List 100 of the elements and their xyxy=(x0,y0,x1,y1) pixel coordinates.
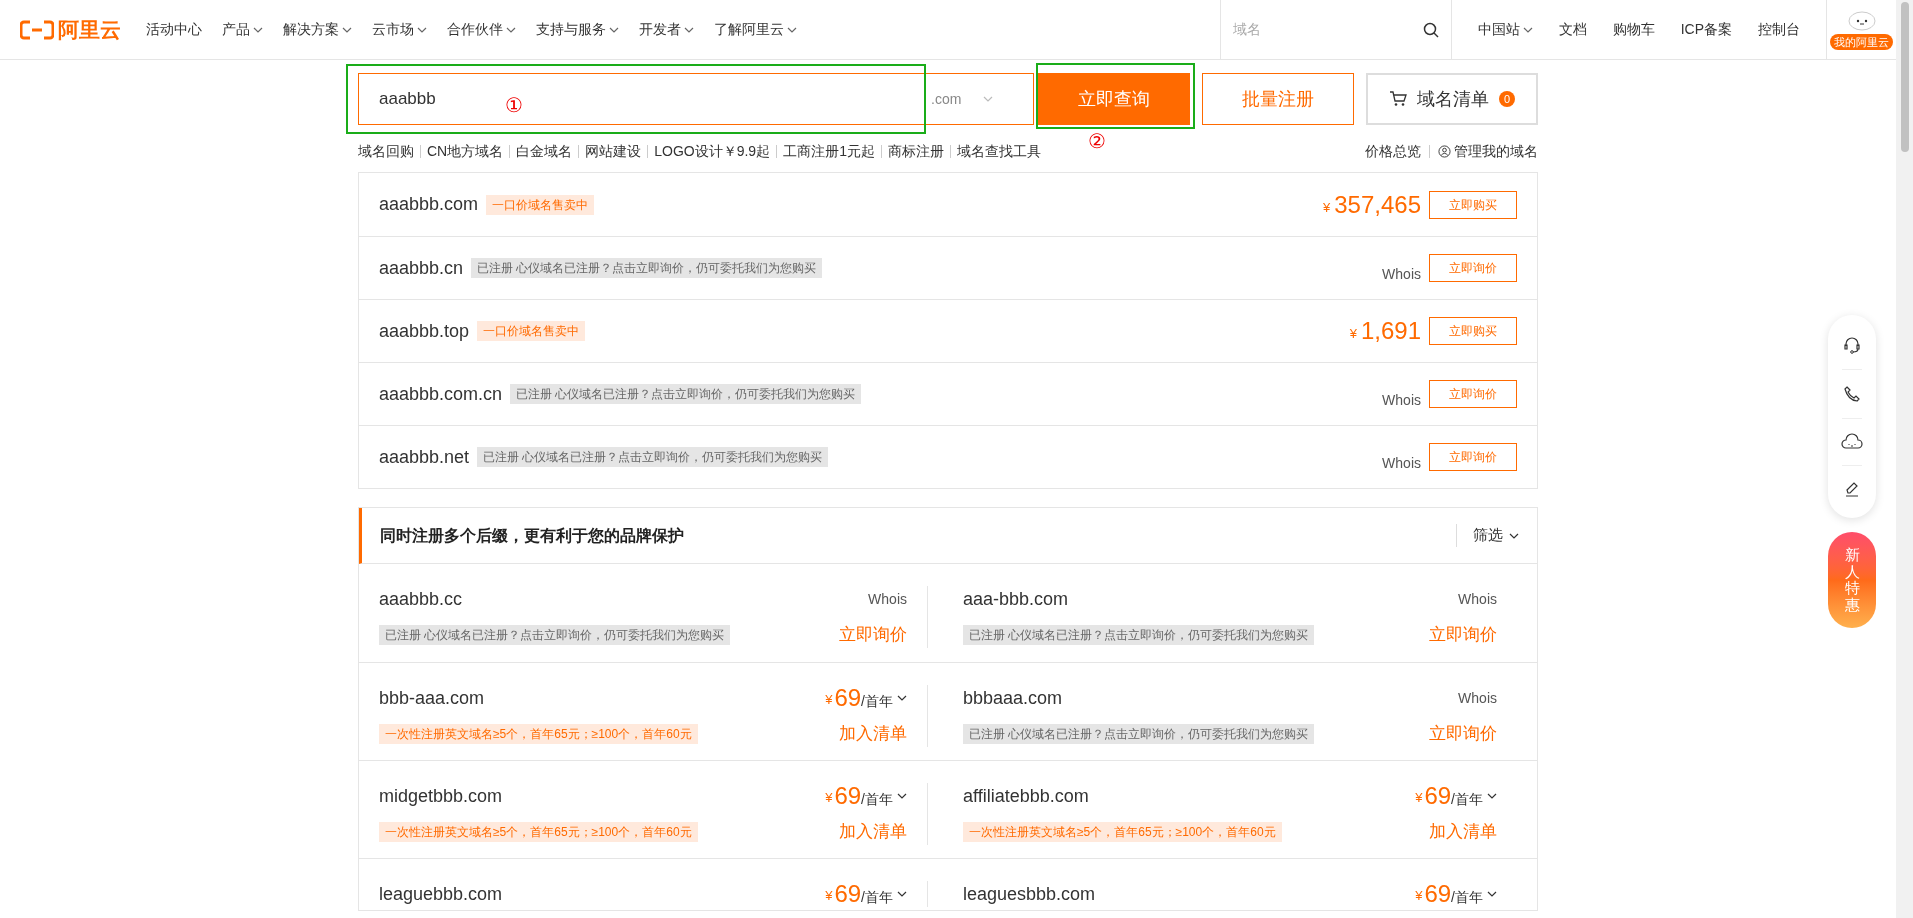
caret-icon[interactable] xyxy=(787,26,797,33)
header-link[interactable]: 控制台 xyxy=(1758,19,1800,40)
quick-link[interactable]: 域名回购 xyxy=(358,140,414,162)
status-tag: 一次性注册英文域名≥5个，首年65元；≥100个，首年60元 xyxy=(963,822,1282,842)
nav-link[interactable]: 产品 xyxy=(222,19,263,40)
header-link[interactable]: 管理我的域名 xyxy=(1438,140,1538,162)
filter-dropdown[interactable]: 筛选 xyxy=(1456,524,1519,547)
cart-icon xyxy=(1389,91,1407,107)
quick-link[interactable]: 工商注册1元起 xyxy=(783,140,875,162)
annotation-mark: ① xyxy=(505,93,523,118)
whois-link[interactable]: Whois xyxy=(1458,687,1497,709)
status-tag: 已注册 心仪域名已注册？点击立即询价，仍可委托我们为您购买 xyxy=(963,625,1315,645)
quick-link[interactable]: 商标注册 xyxy=(887,140,944,162)
caret-icon[interactable] xyxy=(417,26,427,33)
phone-icon[interactable] xyxy=(1842,384,1862,404)
status-tag: 一口价域名售卖中 xyxy=(477,321,586,341)
price-unit: /首年 xyxy=(861,888,893,907)
header-link[interactable]: 中国站 xyxy=(1477,19,1533,40)
nav-link[interactable]: 活动中心 xyxy=(146,19,202,40)
caret-icon[interactable] xyxy=(684,26,694,33)
quick-link[interactable]: CN地方域名 xyxy=(427,140,504,162)
price-unit: /首年 xyxy=(861,790,893,809)
domain-name: affiliatebbb.com xyxy=(963,784,1089,808)
quick-link[interactable]: LOGO设计￥9.9起 xyxy=(654,140,771,162)
status-tag: 一次性注册英文域名≥5个，首年65元；≥100个，首年60元 xyxy=(379,822,698,842)
domain-name: bbbaaa.com xyxy=(963,686,1063,710)
cloud-face-icon[interactable] xyxy=(1841,433,1863,451)
domain-name: aaabbb.com xyxy=(379,193,479,216)
domain-name: leaguesbbb.com xyxy=(963,882,1096,906)
caret-icon[interactable] xyxy=(342,26,352,33)
price-unit: /首年 xyxy=(1451,888,1483,907)
header-link[interactable]: ICP备案 xyxy=(1680,19,1732,40)
header-link[interactable]: 价格总览 xyxy=(1365,140,1421,162)
nav-link[interactable]: 支持与服务 xyxy=(536,19,619,40)
status-tag: 一次性注册英文域名≥5个，首年65元；≥100个，首年60元 xyxy=(379,724,698,744)
count-badge: 0 xyxy=(1499,91,1515,107)
search-icon[interactable] xyxy=(1422,21,1439,38)
domain-name: aaabbb.cn xyxy=(379,256,464,280)
domain-name: aaabbb.cc xyxy=(379,587,463,611)
status-tag: 已注册 心仪域名已注册？点击立即询价，仍可委托我们为您购买 xyxy=(477,447,829,467)
caret-icon[interactable] xyxy=(897,891,907,897)
search-field[interactable]: 域名 xyxy=(1232,19,1423,40)
domain-name: aaa-bbb.com xyxy=(963,587,1069,611)
edit-icon[interactable] xyxy=(1843,480,1861,498)
currency-sign: ¥ xyxy=(1323,198,1331,217)
nav-link[interactable]: 云市场 xyxy=(372,19,427,40)
header-link[interactable]: 购物车 xyxy=(1612,19,1655,40)
domain-name: midgetbbb.com xyxy=(379,784,503,808)
caret-icon[interactable] xyxy=(897,695,907,701)
price: 69 xyxy=(834,781,862,811)
quick-link[interactable]: 域名查找工具 xyxy=(956,140,1041,162)
whois-link[interactable]: Whois xyxy=(868,588,907,610)
scrollbar[interactable] xyxy=(1896,0,1913,918)
nav-link[interactable]: 了解阿里云 xyxy=(714,19,797,40)
currency-sign: ¥ xyxy=(1349,325,1357,344)
nav-link[interactable]: 开发者 xyxy=(639,19,694,40)
caret-icon[interactable] xyxy=(253,26,263,33)
button-label: 域名清单 xyxy=(1417,87,1489,111)
whois-link[interactable]: Whois xyxy=(1382,452,1421,474)
currency-sign: ¥ xyxy=(825,691,833,710)
headset-icon[interactable] xyxy=(1842,335,1862,355)
currency-sign: ¥ xyxy=(1415,789,1423,808)
caret-icon[interactable] xyxy=(1487,891,1497,897)
caret-icon[interactable] xyxy=(1509,532,1519,539)
caret-icon[interactable] xyxy=(1487,793,1497,799)
status-tag: 已注册 心仪域名已注册？点击立即询价，仍可委托我们为您购买 xyxy=(510,384,862,404)
domain-name: aaabbb.top xyxy=(379,319,470,343)
domain-name: leaguebbb.com xyxy=(379,882,503,906)
logo-icon[interactable] xyxy=(20,19,54,40)
quick-link[interactable]: 白金域名 xyxy=(516,140,573,162)
currency-sign: ¥ xyxy=(825,887,833,906)
annotation-mark: ② xyxy=(1088,129,1106,154)
domain-name: aaabbb.net xyxy=(379,445,470,469)
domain-list-button[interactable]: 域名清单 0 xyxy=(1366,73,1538,125)
price: 69 xyxy=(1424,781,1452,811)
status-tag: 已注册 心仪域名已注册？点击立即询价，仍可委托我们为您购买 xyxy=(963,724,1315,744)
whois-link[interactable]: Whois xyxy=(1458,588,1497,610)
currency-sign: ¥ xyxy=(1415,887,1423,906)
price: 1,691 xyxy=(1360,316,1421,346)
nav-link[interactable]: 解决方案 xyxy=(283,19,352,40)
whois-link[interactable]: Whois xyxy=(1382,389,1421,411)
user-icon xyxy=(1438,144,1451,158)
caret-icon[interactable] xyxy=(1522,26,1533,33)
price: 357,465 xyxy=(1334,189,1421,220)
price: 69 xyxy=(834,683,862,713)
caret-icon[interactable] xyxy=(506,26,516,33)
status-tag: 已注册 心仪域名已注册？点击立即询价，仍可委托我们为您购买 xyxy=(379,625,731,645)
caret-icon[interactable] xyxy=(897,793,907,799)
price: 69 xyxy=(1424,879,1452,909)
avatar-icon[interactable] xyxy=(1846,9,1877,32)
nav-link[interactable]: 合作伙伴 xyxy=(447,19,516,40)
whois-link[interactable]: Whois xyxy=(1382,263,1421,285)
price-unit: /首年 xyxy=(1451,790,1483,809)
caret-icon[interactable] xyxy=(609,26,619,33)
quick-link[interactable]: 网站建设 xyxy=(585,140,642,162)
price: 69 xyxy=(834,879,862,909)
price-unit: /首年 xyxy=(861,692,893,711)
suffix-dropdown[interactable]: .com xyxy=(919,88,1031,110)
header-link[interactable]: 文档 xyxy=(1558,19,1587,40)
currency-sign: ¥ xyxy=(825,789,833,808)
